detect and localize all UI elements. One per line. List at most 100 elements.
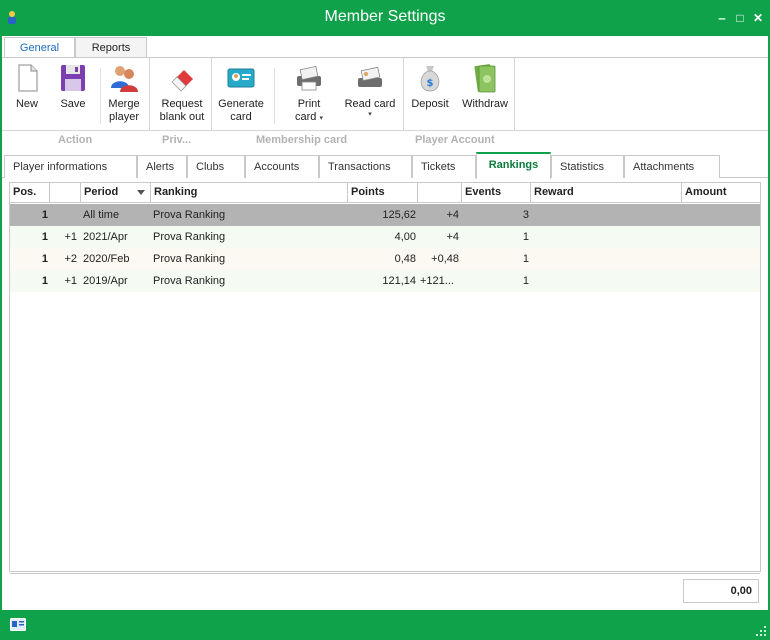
- cell-pos: 1: [41, 231, 48, 243]
- withdraw-label: Withdraw: [462, 98, 508, 110]
- cell-change: +1: [64, 275, 77, 287]
- table-row[interactable]: 1 All time Prova Ranking 125,62 +4 3: [10, 204, 760, 226]
- read-label: Read card: [344, 98, 396, 110]
- print-label-1: Print: [297, 98, 321, 110]
- status-bar: [0, 610, 770, 640]
- group-separator: [403, 58, 404, 130]
- tab-attachments[interactable]: Attachments: [624, 155, 720, 178]
- banknotes-icon: [474, 64, 496, 93]
- cell-ranking: Prova Ranking: [153, 231, 226, 243]
- new-document-icon: [18, 64, 38, 92]
- tab-clubs[interactable]: Clubs: [187, 155, 245, 178]
- page-tabs: Player informations Alerts Clubs Account…: [2, 152, 768, 179]
- cell-points: 4,00: [394, 231, 416, 243]
- cell-period: All time: [83, 209, 120, 221]
- new-button[interactable]: New: [8, 62, 46, 111]
- title-bar[interactable]: Member Settings ‒ □ ✕: [0, 0, 770, 36]
- tab-tickets[interactable]: Tickets: [412, 155, 476, 178]
- cell-events: 1: [522, 231, 529, 243]
- ribbon-tab-reports[interactable]: Reports: [75, 37, 147, 58]
- table-row[interactable]: 1 +2 2020/Feb Prova Ranking 0,48 +0,48 1: [10, 248, 760, 270]
- save-button[interactable]: Save: [52, 62, 94, 111]
- maximize-button[interactable]: □: [734, 12, 746, 24]
- rankings-grid[interactable]: Pos. Period Ranking Points Events Reward…: [9, 182, 761, 603]
- column-header-change[interactable]: [50, 183, 81, 203]
- group-label-player-account: Player Account: [415, 134, 495, 146]
- client-area: General Reports New Save Merge player Re…: [2, 36, 768, 610]
- id-card-icon[interactable]: [10, 618, 26, 631]
- group-label-privacy: Priv...: [162, 134, 192, 146]
- column-header-events[interactable]: Events: [462, 183, 531, 203]
- group-label-action: Action: [58, 134, 93, 146]
- cell-change: +1: [64, 231, 77, 243]
- column-header-reward[interactable]: Reward: [531, 183, 682, 203]
- cell-pos: 1: [41, 253, 48, 265]
- ribbon-tabs: General Reports: [2, 36, 768, 59]
- tab-statistics[interactable]: Statistics: [551, 155, 624, 178]
- money-bag-icon: $: [420, 66, 440, 92]
- column-header-period[interactable]: Period: [81, 183, 151, 203]
- print-card-button[interactable]: Print card ▾: [284, 62, 334, 125]
- request-label-2: blank out: [159, 111, 205, 123]
- cell-events: 3: [522, 209, 529, 221]
- minimize-button[interactable]: ‒: [716, 12, 728, 24]
- cell-period: 2021/Apr: [83, 231, 128, 243]
- cell-ranking: Prova Ranking: [153, 275, 226, 287]
- cell-change: [50, 204, 77, 226]
- deposit-button[interactable]: $ Deposit: [407, 62, 453, 111]
- ribbon-group-labels: Action Priv... Membership card Player Ac…: [2, 132, 768, 150]
- merge-player-button[interactable]: Merge player: [104, 62, 144, 124]
- cell-points-delta: +0,48: [431, 253, 459, 265]
- column-header-ranking[interactable]: Ranking: [151, 183, 348, 203]
- tab-player-informations[interactable]: Player informations: [4, 155, 137, 178]
- cell-points-delta: +4: [446, 231, 459, 243]
- column-header-period-label: Period: [84, 186, 119, 198]
- separator: [274, 68, 275, 124]
- generate-label-2: card: [230, 111, 252, 123]
- withdraw-button[interactable]: Withdraw: [458, 62, 512, 111]
- ribbon-tab-general[interactable]: General: [4, 37, 75, 59]
- cell-events: 1: [522, 275, 529, 287]
- cell-points: 125,62: [382, 209, 416, 221]
- separator: [100, 68, 101, 124]
- group-separator: [211, 58, 212, 130]
- ribbon: New Save Merge player Request blank out …: [2, 57, 768, 131]
- cell-points-delta: +121...: [420, 275, 454, 287]
- floppy-disk-icon: [61, 65, 85, 91]
- tab-alerts[interactable]: Alerts: [137, 155, 187, 178]
- amount-total-field: 0,00: [683, 579, 759, 603]
- column-header-points[interactable]: Points: [348, 183, 418, 203]
- window-title: Member Settings: [324, 8, 446, 25]
- svg-text:$: $: [427, 78, 434, 89]
- tab-rankings[interactable]: Rankings: [476, 152, 551, 179]
- table-row[interactable]: 1 +1 2021/Apr Prova Ranking 4,00 +4 1: [10, 226, 760, 248]
- grid-footer-divider: [10, 573, 760, 574]
- cell-pos: 1: [41, 209, 48, 221]
- merge-players-icon: [111, 66, 138, 92]
- group-separator: [149, 58, 150, 130]
- read-card-button[interactable]: Read card ▾: [342, 62, 398, 119]
- cell-ranking: Prova Ranking: [153, 209, 226, 221]
- chevron-down-icon: ▾: [319, 115, 323, 122]
- eraser-icon: [171, 70, 193, 92]
- column-header-amount[interactable]: Amount: [682, 183, 760, 203]
- merge-label-1: Merge: [108, 98, 140, 110]
- new-label: New: [15, 98, 38, 110]
- column-header-points-delta[interactable]: [418, 183, 462, 203]
- request-label-1: Request: [161, 98, 203, 110]
- tab-transactions[interactable]: Transactions: [319, 155, 412, 178]
- cell-points-delta: +4: [446, 209, 459, 221]
- column-header-pos[interactable]: Pos.: [10, 183, 50, 203]
- tab-accounts[interactable]: Accounts: [245, 155, 319, 178]
- generate-card-button[interactable]: Generate card: [215, 62, 267, 124]
- cell-change: +2: [64, 253, 77, 265]
- table-row[interactable]: 1 +1 2019/Apr Prova Ranking 121,14 +121.…: [10, 270, 760, 292]
- resize-grip-icon[interactable]: [756, 626, 766, 636]
- close-button[interactable]: ✕: [752, 12, 764, 24]
- request-blank-out-button[interactable]: Request blank out: [154, 62, 210, 124]
- cell-period: 2019/Apr: [83, 275, 128, 287]
- grid-header: Pos. Period Ranking Points Events Reward…: [10, 183, 760, 203]
- member-card-icon: [227, 68, 255, 88]
- cell-points: 0,48: [394, 253, 416, 265]
- generate-label-1: Generate: [218, 98, 264, 110]
